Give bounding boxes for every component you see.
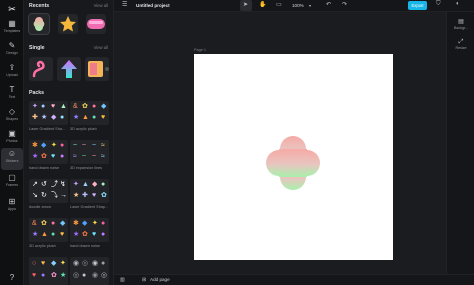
single-sticker-card[interactable] bbox=[85, 57, 109, 81]
resize-button[interactable]: ⤢ Resize bbox=[449, 38, 473, 54]
design-icon: ✎ bbox=[8, 41, 16, 50]
pack-card[interactable]: ↗ ↺ ⤴ ↯ ↘ ↻ ⤵ → bbox=[29, 179, 68, 203]
single-header: Single View all bbox=[28, 45, 110, 53]
recent-sticker-star[interactable] bbox=[58, 14, 78, 34]
add-icon[interactable]: ⊞ bbox=[142, 277, 146, 283]
chevron-down-icon[interactable]: ▾ bbox=[309, 3, 311, 8]
left-rail: ✂ ▦ Templates ✎ Design ⇪ Upload T Text ◇… bbox=[0, 0, 24, 285]
templates-icon: ▦ bbox=[8, 19, 16, 28]
background-button[interactable]: ▤ Backgr... bbox=[449, 18, 473, 34]
canvas-stage: Page 1 bbox=[114, 12, 446, 274]
resize-icon: ⤢ bbox=[458, 39, 464, 45]
pages-icon[interactable]: ▥ bbox=[120, 277, 125, 283]
pack-label: Laser Gradient Shap... bbox=[70, 205, 109, 209]
apps-icon: ⊞ bbox=[8, 197, 16, 206]
flower-sticker-icon bbox=[33, 17, 45, 31]
rail-item-upload[interactable]: ⇪ Upload bbox=[1, 62, 23, 84]
rail-label: Apps bbox=[7, 207, 17, 211]
pack-card[interactable]: ◉ ◎ ◉ ● ◎ ● ◉ ◎ bbox=[70, 257, 109, 285]
bottom-bar: ▥ ⊞ Add page bbox=[114, 274, 474, 285]
rail-item-stickers[interactable]: ☺ Stickers bbox=[1, 148, 23, 170]
menu-icon[interactable]: ☰ bbox=[122, 1, 127, 8]
app-logo-icon[interactable]: ✂ bbox=[6, 4, 18, 14]
pack-card[interactable]: & ✿ ● ◆ ★ ▲ ● ♥ bbox=[29, 218, 68, 242]
rail-item-templates[interactable]: ▦ Templates bbox=[1, 18, 23, 40]
upload-icon: ⇪ bbox=[8, 63, 16, 72]
pack-label: 3D acrylic plush bbox=[29, 244, 56, 248]
stickers-icon: ☺ bbox=[7, 149, 17, 158]
rail-label: Photos bbox=[6, 139, 18, 143]
text-icon: T bbox=[9, 85, 15, 94]
photos-icon: ▣ bbox=[8, 129, 16, 138]
editor-app: ✂ ▦ Templates ✎ Design ⇪ Upload T Text ◇… bbox=[0, 0, 474, 285]
rail-item-shapes[interactable]: ◇ Shapes bbox=[1, 106, 23, 128]
pack-card[interactable]: & ✿ ● ◆ ★ ▲ ● ♥ bbox=[70, 101, 109, 125]
rail-label: Frames bbox=[5, 183, 19, 187]
pill-sticker-icon bbox=[87, 19, 105, 29]
rail-label: Design bbox=[6, 51, 18, 55]
zoom-level[interactable]: 100% bbox=[292, 3, 304, 8]
star-sticker-icon bbox=[60, 16, 76, 32]
canvas-page[interactable] bbox=[194, 54, 393, 260]
pack-card[interactable]: ✱ ◆ ✦ ● ★ ✿ ♥ ● bbox=[29, 140, 68, 164]
question-icon: ? bbox=[9, 273, 15, 282]
redo-icon[interactable]: ↷ bbox=[342, 1, 347, 8]
page-label: Page 1 bbox=[194, 48, 207, 52]
rail-label: Templates bbox=[3, 29, 21, 33]
frame-icon[interactable]: ▭ bbox=[276, 1, 282, 8]
pack-label: hand drawn noise bbox=[70, 244, 100, 248]
pack-label: 3D expansion lines bbox=[70, 166, 103, 170]
flower-sticker-icon[interactable] bbox=[263, 133, 323, 193]
pack-label: doodle arrow bbox=[29, 205, 51, 209]
add-page-button[interactable]: Add page bbox=[150, 277, 170, 282]
export-button[interactable]: Export bbox=[408, 1, 427, 10]
recents-title: Recents bbox=[29, 3, 50, 9]
rail-item-help[interactable]: ? bbox=[1, 272, 23, 284]
shield-icon[interactable]: ⛉ bbox=[436, 1, 441, 8]
cursor-icon[interactable]: ➤ bbox=[243, 1, 248, 8]
stickers-panel: Recents View all Single View all Packs ✦… bbox=[24, 0, 114, 285]
recents-header: Recents View all bbox=[28, 3, 110, 11]
rail-label: Upload bbox=[6, 73, 18, 77]
rail-label: Stickers bbox=[5, 159, 19, 163]
pack-card[interactable]: ✦ ● ♥ ▲ ✚ ★ ◆ ● bbox=[29, 101, 68, 125]
single-sticker-arrow[interactable] bbox=[57, 57, 81, 81]
hand-icon[interactable]: ✋ bbox=[259, 1, 266, 8]
packs-header: Packs bbox=[28, 90, 110, 98]
right-rail-label: Backgr... bbox=[454, 26, 468, 30]
pack-label: 3D acrylic plush bbox=[70, 127, 97, 131]
rail-item-text[interactable]: T Text bbox=[1, 84, 23, 106]
recent-sticker-flower[interactable] bbox=[28, 13, 50, 35]
rail-item-design[interactable]: ✎ Design bbox=[1, 40, 23, 62]
shapes-icon: ◇ bbox=[8, 107, 16, 116]
recents-view-all-link[interactable]: View all bbox=[94, 3, 108, 8]
right-rail: ▤ Backgr... ⤢ Resize bbox=[446, 12, 474, 274]
recent-sticker-pill[interactable] bbox=[86, 14, 106, 34]
single-view-all-link[interactable]: View all bbox=[94, 45, 108, 50]
rail-item-photos[interactable]: ▣ Photos bbox=[1, 128, 23, 150]
pack-card[interactable]: ✦ ▲ ◆ ● ★ ✚ ♥ ✿ bbox=[70, 179, 109, 203]
top-bar: ☰ Untitled project ➤ ✋ ▭ 100% ▾ ↶ ↷ Expo… bbox=[114, 0, 474, 12]
avatar[interactable]: ◐ bbox=[456, 1, 460, 7]
rail-label: Text bbox=[8, 95, 16, 99]
pack-card[interactable]: ~ ~ ~ ≈ ≈ ~ ~ ≈ bbox=[70, 140, 109, 164]
project-title[interactable]: Untitled project bbox=[136, 3, 170, 8]
arrow-up-sticker-icon bbox=[61, 60, 77, 78]
right-rail-label: Resize bbox=[455, 46, 467, 50]
pack-label: Laser Gradient Sha... bbox=[29, 127, 66, 131]
frames-icon: ▢ bbox=[8, 173, 16, 182]
squiggle-sticker-icon bbox=[32, 60, 45, 78]
card-sticker-icon bbox=[88, 61, 109, 77]
rail-item-apps[interactable]: ⊞ Apps bbox=[1, 196, 23, 218]
rail-label: Shapes bbox=[5, 117, 19, 121]
pack-card[interactable]: ○ ♥ ◆ ✦ ♥ ● ✿ ★ bbox=[29, 257, 68, 285]
single-sticker-squiggle[interactable] bbox=[29, 57, 53, 81]
pack-card[interactable]: ✱ ◆ ✦ ● ★ ✿ ♥ ● bbox=[70, 218, 109, 242]
background-icon: ▤ bbox=[458, 19, 464, 25]
rail-item-frames[interactable]: ▢ Frames bbox=[1, 172, 23, 194]
single-title: Single bbox=[29, 45, 45, 51]
pack-label: hand drawn noise bbox=[29, 166, 59, 170]
undo-icon[interactable]: ↶ bbox=[326, 1, 331, 8]
packs-title: Packs bbox=[29, 90, 45, 96]
